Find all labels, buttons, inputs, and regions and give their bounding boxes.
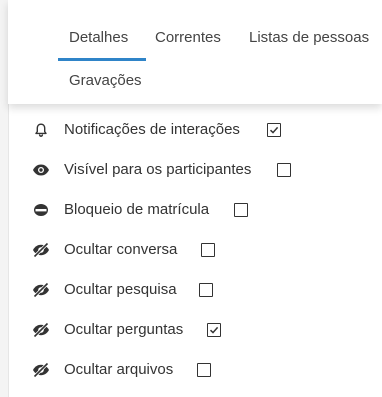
checkbox-bloqueio[interactable]: [234, 203, 248, 217]
tab-detalhes[interactable]: Detalhes: [69, 29, 128, 47]
option-notificacoes: Notificações de interações: [0, 110, 382, 150]
option-ocultar-conversa: Ocultar conversa: [0, 230, 382, 270]
tab-correntes[interactable]: Correntes: [155, 29, 221, 47]
option-label: Notificações de interações: [64, 121, 240, 138]
bell-icon: [32, 121, 50, 139]
eye-slash-icon: [32, 361, 50, 379]
eye-slash-icon: [32, 241, 50, 259]
checkbox-ocultar-perguntas[interactable]: [207, 323, 221, 337]
option-ocultar-pesquisa: Ocultar pesquisa: [0, 270, 382, 310]
lock-disc-icon: [32, 201, 50, 219]
eye-icon: [32, 161, 50, 179]
tab-gravacoes[interactable]: Gravações: [69, 72, 142, 90]
option-ocultar-arquivos: Ocultar arquivos: [0, 350, 382, 390]
active-tab-indicator: [58, 58, 146, 61]
checkbox-ocultar-arquivos[interactable]: [197, 363, 211, 377]
option-bloqueio: Bloqueio de matrícula: [0, 190, 382, 230]
tabs-header: Detalhes Correntes Listas de pessoas Gra…: [8, 0, 382, 104]
option-label: Ocultar conversa: [64, 241, 178, 258]
option-label: Ocultar arquivos: [64, 361, 174, 378]
option-label: Visível para os participantes: [64, 161, 252, 178]
option-visivel: Visível para os participantes: [0, 150, 382, 190]
checkbox-visivel[interactable]: [277, 163, 291, 177]
option-label: Ocultar pesquisa: [64, 281, 177, 298]
checkbox-ocultar-conversa[interactable]: [201, 243, 215, 257]
checkbox-notificacoes[interactable]: [267, 123, 281, 137]
option-label: Ocultar perguntas: [64, 321, 184, 338]
tab-listas-de-pessoas[interactable]: Listas de pessoas: [249, 29, 369, 47]
eye-slash-icon: [32, 281, 50, 299]
option-label: Bloqueio de matrícula: [64, 201, 210, 218]
eye-slash-icon: [32, 321, 50, 339]
checkbox-ocultar-pesquisa[interactable]: [199, 283, 213, 297]
option-ocultar-perguntas: Ocultar perguntas: [0, 310, 382, 350]
